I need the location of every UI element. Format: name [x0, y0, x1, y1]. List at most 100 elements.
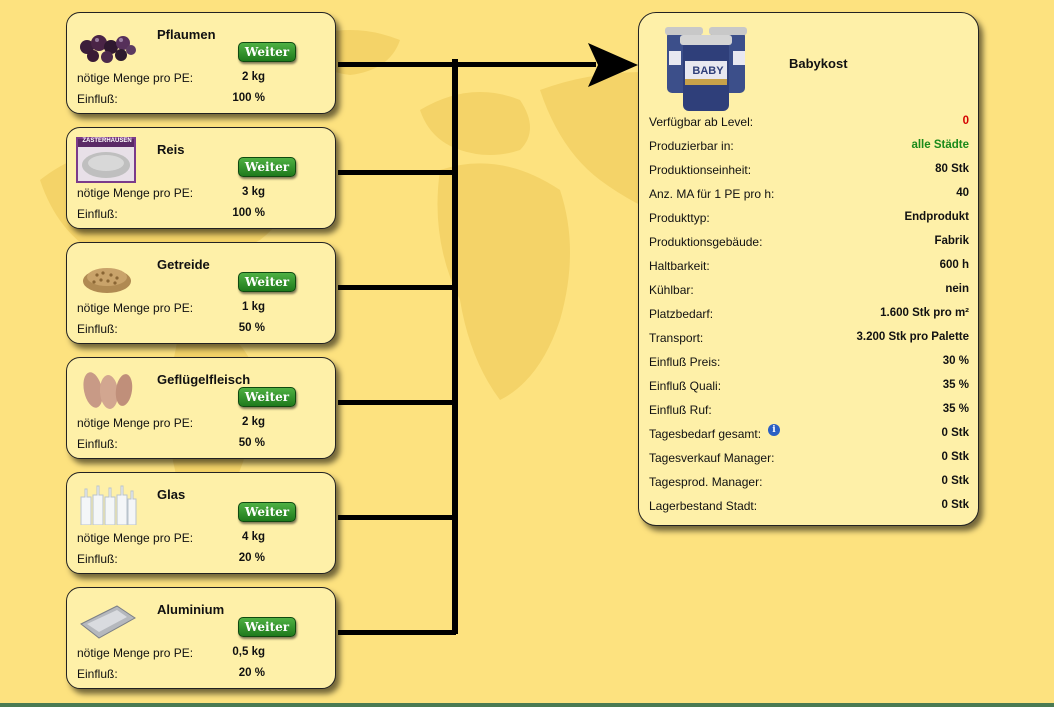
menge-value: 3 kg	[241, 186, 265, 198]
menge-label: nötige Menge pro PE:	[77, 531, 194, 545]
product-info-row: Lagerbestand Stadt: 0 Stk	[649, 499, 969, 517]
product-info-row: Haltbarkeit: 600 h	[649, 259, 969, 277]
info-row-value: 1.600 Stk pro m²	[880, 307, 969, 319]
rice-bag-brand: ZASTERHAUSEN	[82, 138, 132, 144]
einfluss-value: 20 %	[238, 667, 265, 679]
ingredient-card-pflaumen: Pflaumen Weiter nötige Menge pro PE: 2 k…	[66, 12, 336, 114]
menge-label: nötige Menge pro PE:	[77, 186, 194, 200]
weiter-button[interactable]: Weiter	[238, 272, 296, 292]
info-row-label: Einfluß Quali:	[649, 379, 722, 393]
ingredient-card-gefluegelfleisch: Geflügelfleisch Weiter nötige Menge pro …	[66, 357, 336, 459]
einfluss-value: 100 %	[232, 207, 265, 219]
info-row-value: 35 %	[942, 403, 969, 415]
ingredient-card-reis: ZASTERHAUSEN Reis Weiter nötige Menge pr…	[66, 127, 336, 229]
einfluss-label: Einfluß:	[77, 207, 118, 221]
info-row-value: 0 Stk	[941, 499, 970, 511]
jar-label: BABY	[692, 65, 724, 77]
menge-value: 2 kg	[241, 416, 265, 428]
info-row-label: Tagesprod. Manager:	[649, 475, 763, 489]
info-row-value: 3.200 Stk pro Palette	[856, 331, 970, 343]
bottom-border	[0, 703, 1054, 707]
connector-branch-pflaumen	[338, 62, 456, 67]
menge-value: 2 kg	[241, 71, 265, 83]
einfluss-label: Einfluß:	[77, 92, 118, 106]
info-row-value: 0 Stk	[941, 451, 970, 463]
info-row-value: Fabrik	[934, 235, 969, 247]
info-row-label: Anz. MA für 1 PE pro h:	[649, 187, 775, 201]
product-panel: BABY Babykost Verfügbar ab Level: 0 Produz…	[638, 12, 979, 526]
einfluss-label: Einfluß:	[77, 437, 118, 451]
info-row-value: 0 Stk	[941, 427, 970, 439]
rice-bag-icon	[76, 137, 136, 183]
product-info-row: Einfluß Quali: 35 %	[649, 379, 969, 397]
production-chain-page: Pflaumen Weiter nötige Menge pro PE: 2 k…	[0, 0, 1054, 707]
ingredient-name: Reis	[157, 142, 185, 157]
weiter-button[interactable]: Weiter	[238, 387, 296, 407]
info-row-value: 35 %	[942, 379, 969, 391]
product-info-row: Verfügbar ab Level: 0	[649, 115, 969, 133]
product-info-row: Produktionseinheit: 80 Stk	[649, 163, 969, 181]
info-row-label: Lagerbestand Stadt:	[649, 499, 758, 513]
info-row-value: 40	[956, 187, 969, 199]
ingredient-name: Geflügelfleisch	[157, 372, 251, 387]
product-info-row: Tagesbedarf gesamt: i 0 Stk	[649, 424, 970, 445]
poultry-meat-icon	[83, 372, 133, 409]
einfluss-value: 20 %	[238, 552, 265, 564]
info-row-label: Verfügbar ab Level:	[649, 115, 754, 129]
ingredient-name: Aluminium	[157, 602, 225, 617]
ingredient-name: Getreide	[157, 257, 210, 272]
weiter-button[interactable]: Weiter	[238, 42, 296, 62]
info-row-value: 80 Stk	[935, 163, 969, 175]
info-row-value: nein	[945, 283, 969, 295]
product-info-row: Einfluß Preis: 30 %	[649, 355, 969, 373]
menge-value: 1 kg	[241, 301, 265, 313]
info-row-label: Produktionseinheit:	[649, 163, 752, 177]
arrowhead-icon	[588, 43, 638, 87]
grain-icon	[83, 268, 131, 293]
info-row-label: Tagesbedarf gesamt:	[649, 427, 762, 441]
ingredient-card-glas: Glas Weiter nötige Menge pro PE: 4 kg Ei…	[66, 472, 336, 574]
connector-trunk	[452, 59, 458, 634]
weiter-button[interactable]: Weiter	[238, 157, 296, 177]
info-row-label: Platzbedarf:	[649, 307, 714, 321]
einfluss-label: Einfluß:	[77, 667, 118, 681]
aluminium-foil-icon	[80, 605, 136, 639]
info-row-label: Produzierbar in:	[649, 139, 734, 153]
menge-value: 4 kg	[241, 531, 265, 543]
product-info-row: Produktionsgebäude: Fabrik	[649, 235, 969, 253]
einfluss-label: Einfluß:	[77, 552, 118, 566]
ingredient-name: Glas	[157, 487, 186, 502]
info-row-value: Endprodukt	[904, 211, 969, 223]
info-row-label: Einfluß Preis:	[649, 355, 721, 369]
einfluss-label: Einfluß:	[77, 322, 118, 336]
info-row-value: 30 %	[942, 355, 969, 367]
info-row-value: 0 Stk	[941, 475, 970, 487]
weiter-button[interactable]: Weiter	[238, 502, 296, 522]
product-title: Babykost	[789, 56, 848, 71]
menge-label: nötige Menge pro PE:	[77, 301, 194, 315]
einfluss-value: 50 %	[238, 437, 265, 449]
connector-branch-glas	[338, 515, 456, 520]
ingredient-card-getreide: Getreide Weiter nötige Menge pro PE: 1 k…	[66, 242, 336, 344]
menge-label: nötige Menge pro PE:	[77, 646, 194, 660]
connector-branch-reis	[338, 170, 456, 175]
ingredient-name: Pflaumen	[157, 27, 216, 42]
info-row-label: Produkttyp:	[649, 211, 710, 225]
glass-bottles-icon	[80, 485, 137, 525]
plums-icon	[80, 35, 136, 63]
info-row-value: 0	[962, 115, 969, 127]
weiter-button[interactable]: Weiter	[238, 617, 296, 637]
menge-label: nötige Menge pro PE:	[77, 416, 194, 430]
product-info-row: Transport: 3.200 Stk pro Palette	[649, 331, 969, 349]
connector-to-product	[456, 62, 596, 67]
product-info-row: Produkttyp: Endprodukt	[649, 211, 969, 229]
product-info-row: Anz. MA für 1 PE pro h: 40	[649, 187, 969, 205]
einfluss-value: 100 %	[232, 92, 265, 104]
connector-branch-aluminium	[338, 630, 456, 635]
connector-branch-getreide	[338, 285, 456, 290]
info-row-label: Haltbarkeit:	[649, 259, 710, 273]
info-icon[interactable]: i	[768, 424, 780, 436]
info-row-label: Tagesverkauf Manager:	[649, 451, 775, 465]
product-info-row: Produzierbar in: alle Städte	[649, 139, 969, 157]
info-row-value: 600 h	[939, 259, 969, 271]
